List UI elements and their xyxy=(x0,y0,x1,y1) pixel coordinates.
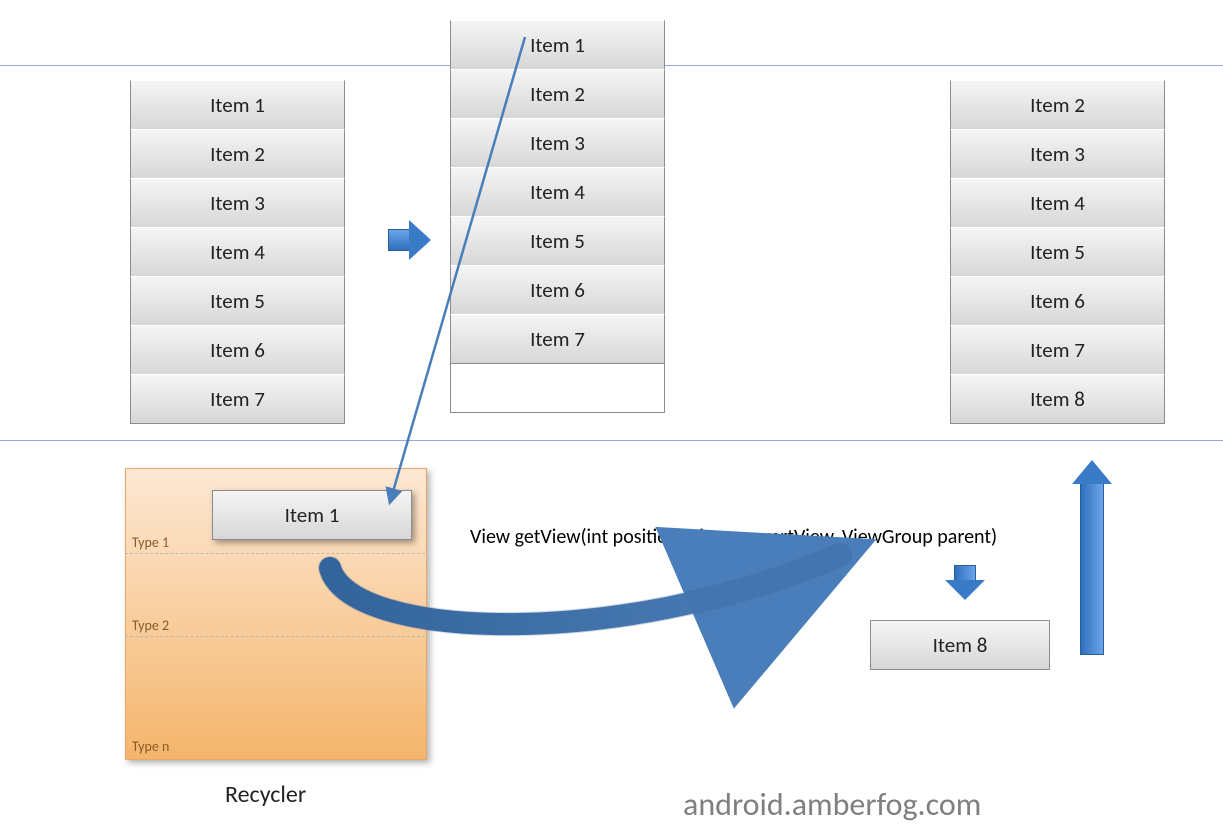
footer-url: android.amberfog.com xyxy=(683,785,981,824)
list-item: Item 5 xyxy=(130,276,345,326)
viewport-bottom-line xyxy=(0,440,1223,441)
list-item: Item 4 xyxy=(950,178,1165,228)
arrow-up-icon xyxy=(1072,460,1112,655)
list-item: Item 3 xyxy=(450,118,665,168)
list-item: Item 1 xyxy=(130,80,345,130)
recycler-divider xyxy=(125,553,425,554)
list-item: Item 2 xyxy=(130,129,345,179)
list-item: Item 5 xyxy=(450,216,665,266)
list-item: Item 3 xyxy=(950,129,1165,179)
arrow-down-icon xyxy=(945,565,985,600)
recycler-divider xyxy=(125,636,425,637)
list-item: Item 6 xyxy=(130,325,345,375)
empty-slot xyxy=(450,363,665,413)
getview-signature: View getView(int position, View convertV… xyxy=(470,525,997,549)
list-item: Item 2 xyxy=(950,80,1165,130)
list-item: Item 7 xyxy=(950,325,1165,375)
recycler-type-label: Type 1 xyxy=(132,534,169,551)
list-item: Item 6 xyxy=(450,265,665,315)
list-item: Item 7 xyxy=(450,314,665,364)
list-item: Item 7 xyxy=(130,374,345,424)
list-state-1: Item 1 Item 2 Item 3 Item 4 Item 5 Item … xyxy=(130,80,345,423)
recycler-type-label: Type n xyxy=(132,738,169,755)
list-item: Item 2 xyxy=(450,69,665,119)
list-item: Item 8 xyxy=(950,374,1165,424)
list-item: Item 3 xyxy=(130,178,345,228)
recycler-caption: Recycler xyxy=(225,780,306,809)
list-state-2: Item 1 Item 2 Item 3 Item 4 Item 5 Item … xyxy=(450,20,665,412)
list-item: Item 4 xyxy=(130,227,345,277)
list-item: Item 4 xyxy=(450,167,665,217)
recycled-item: Item 1 xyxy=(212,490,412,540)
recycler-type-label: Type 2 xyxy=(132,617,169,634)
new-item: Item 8 xyxy=(870,620,1050,670)
list-item: Item 1 xyxy=(450,20,665,70)
list-item: Item 5 xyxy=(950,227,1165,277)
list-item: Item 6 xyxy=(950,276,1165,326)
arrow-right-icon xyxy=(388,220,431,260)
list-state-3: Item 2 Item 3 Item 4 Item 5 Item 6 Item … xyxy=(950,80,1165,423)
